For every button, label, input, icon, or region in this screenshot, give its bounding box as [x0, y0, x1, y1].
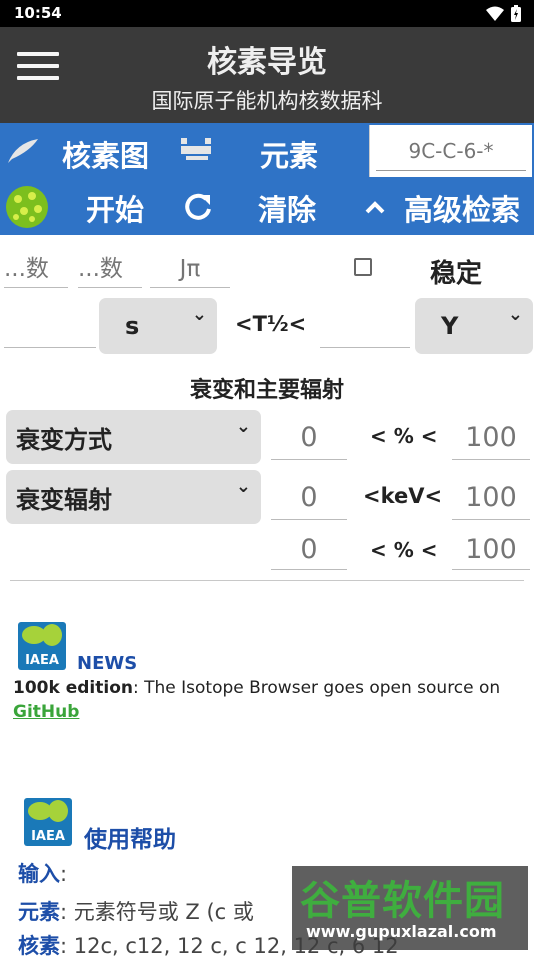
start-button[interactable]: 开始 [86, 187, 144, 229]
table-icon [181, 138, 211, 160]
decay-mode-dropdown[interactable]: 衰变方式 ⌄ [6, 410, 261, 464]
help-element-text: : 元素符号或 Z (c 或 [60, 900, 254, 924]
intensity-operator: < % < [370, 538, 438, 562]
chevron-down-icon: ⌄ [507, 304, 523, 325]
divider [10, 580, 524, 581]
decay-mode-operator: < % < [370, 424, 438, 448]
news-body: : The Isotope Browser goes open source o… [132, 678, 501, 698]
advanced-search-button[interactable]: 高级检索 [404, 187, 520, 229]
search-input[interactable] [376, 131, 526, 171]
battery-icon [511, 5, 521, 22]
help-element-line: 元素: 元素符号或 Z (c 或 [18, 896, 254, 926]
half-life-max-input[interactable] [320, 304, 410, 348]
app-bar: 核素导览 国际原子能机构核数据科 [0, 27, 534, 123]
chevron-down-icon: ⌄ [235, 476, 251, 497]
clear-button[interactable]: 清除 [258, 187, 316, 229]
radiation-label: 衰变辐射 [16, 486, 112, 514]
half-life-unit-min-dropdown[interactable]: s ⌄ [99, 298, 217, 354]
watermark: 谷普软件园 www.gupuxlazal.com [292, 866, 528, 950]
help-element-label: 元素 [18, 900, 60, 924]
news-link-line: GitHub [13, 702, 79, 722]
chevron-down-icon: ⌄ [235, 416, 251, 437]
iaea-logo-help: IAEA [24, 798, 72, 846]
decay-mode-max-input[interactable] [452, 416, 530, 460]
watermark-title: 谷普软件园 [300, 878, 505, 924]
app-title: 核素导览 [207, 45, 327, 80]
nuclide-ball-icon [6, 186, 48, 228]
decay-mode-label: 衰变方式 [16, 426, 112, 454]
half-life-unit-max-dropdown[interactable]: Y ⌄ [415, 298, 533, 354]
tab-elements[interactable]: 元素 [260, 133, 318, 175]
status-icons [486, 5, 522, 23]
jpi-input[interactable] [150, 250, 230, 288]
chevron-up-icon[interactable] [364, 199, 386, 215]
search-box [369, 125, 532, 177]
half-life-unit-max-value: Y [441, 312, 459, 340]
stable-label: 稳定 [430, 259, 483, 289]
intensity-max-input[interactable] [452, 530, 530, 570]
stable-checkbox[interactable] [354, 258, 372, 276]
intensity-min-input[interactable] [271, 530, 347, 570]
iaea-logo-help-text: IAEA [31, 829, 65, 844]
help-input-line: 输入: [18, 858, 67, 888]
half-life-min-input[interactable] [4, 304, 96, 348]
watermark-url: www.gupuxlazal.com [306, 922, 497, 941]
iaea-logo-text: IAEA [25, 653, 59, 668]
n-input[interactable] [78, 250, 142, 288]
radiation-operator: <keV< [363, 484, 443, 508]
half-life-unit-min-value: s [125, 312, 140, 340]
news-text: 100k edition: The Isotope Browser goes o… [13, 678, 528, 698]
refresh-icon[interactable] [184, 193, 212, 221]
tab-bar: 核素图 元素 开始 清除 高级检索 [0, 123, 534, 235]
feather-icon [8, 139, 38, 163]
tab-row-primary: 核素图 元素 [0, 123, 534, 179]
app-subtitle: 国际原子能机构核数据科 [151, 89, 383, 113]
help-input-label: 输入 [18, 862, 60, 886]
z-input[interactable] [4, 250, 68, 288]
news-bold: 100k edition [13, 678, 133, 698]
iaea-logo: IAEA [18, 622, 66, 670]
half-life-label: <T½< [235, 312, 307, 336]
radiation-max-input[interactable] [452, 476, 530, 520]
news-title: NEWS [77, 653, 138, 674]
tab-row-actions: 开始 清除 高级检索 [0, 179, 534, 235]
decay-section-title: 衰变和主要辐射 [189, 378, 344, 403]
help-title: 使用帮助 [84, 827, 176, 853]
radiation-dropdown[interactable]: 衰变辐射 ⌄ [6, 470, 261, 524]
chevron-down-icon: ⌄ [191, 304, 207, 325]
status-time: 10:54 [14, 4, 62, 22]
decay-mode-min-input[interactable] [271, 416, 347, 460]
help-nuclide-label: 核素 [18, 934, 60, 958]
radiation-min-input[interactable] [271, 476, 347, 520]
status-bar: 10:54 [0, 0, 534, 27]
tab-nuclide-chart[interactable]: 核素图 [62, 133, 149, 175]
github-link[interactable]: GitHub [13, 702, 79, 722]
wifi-icon [486, 6, 504, 21]
help-input-colon: : [60, 862, 68, 886]
